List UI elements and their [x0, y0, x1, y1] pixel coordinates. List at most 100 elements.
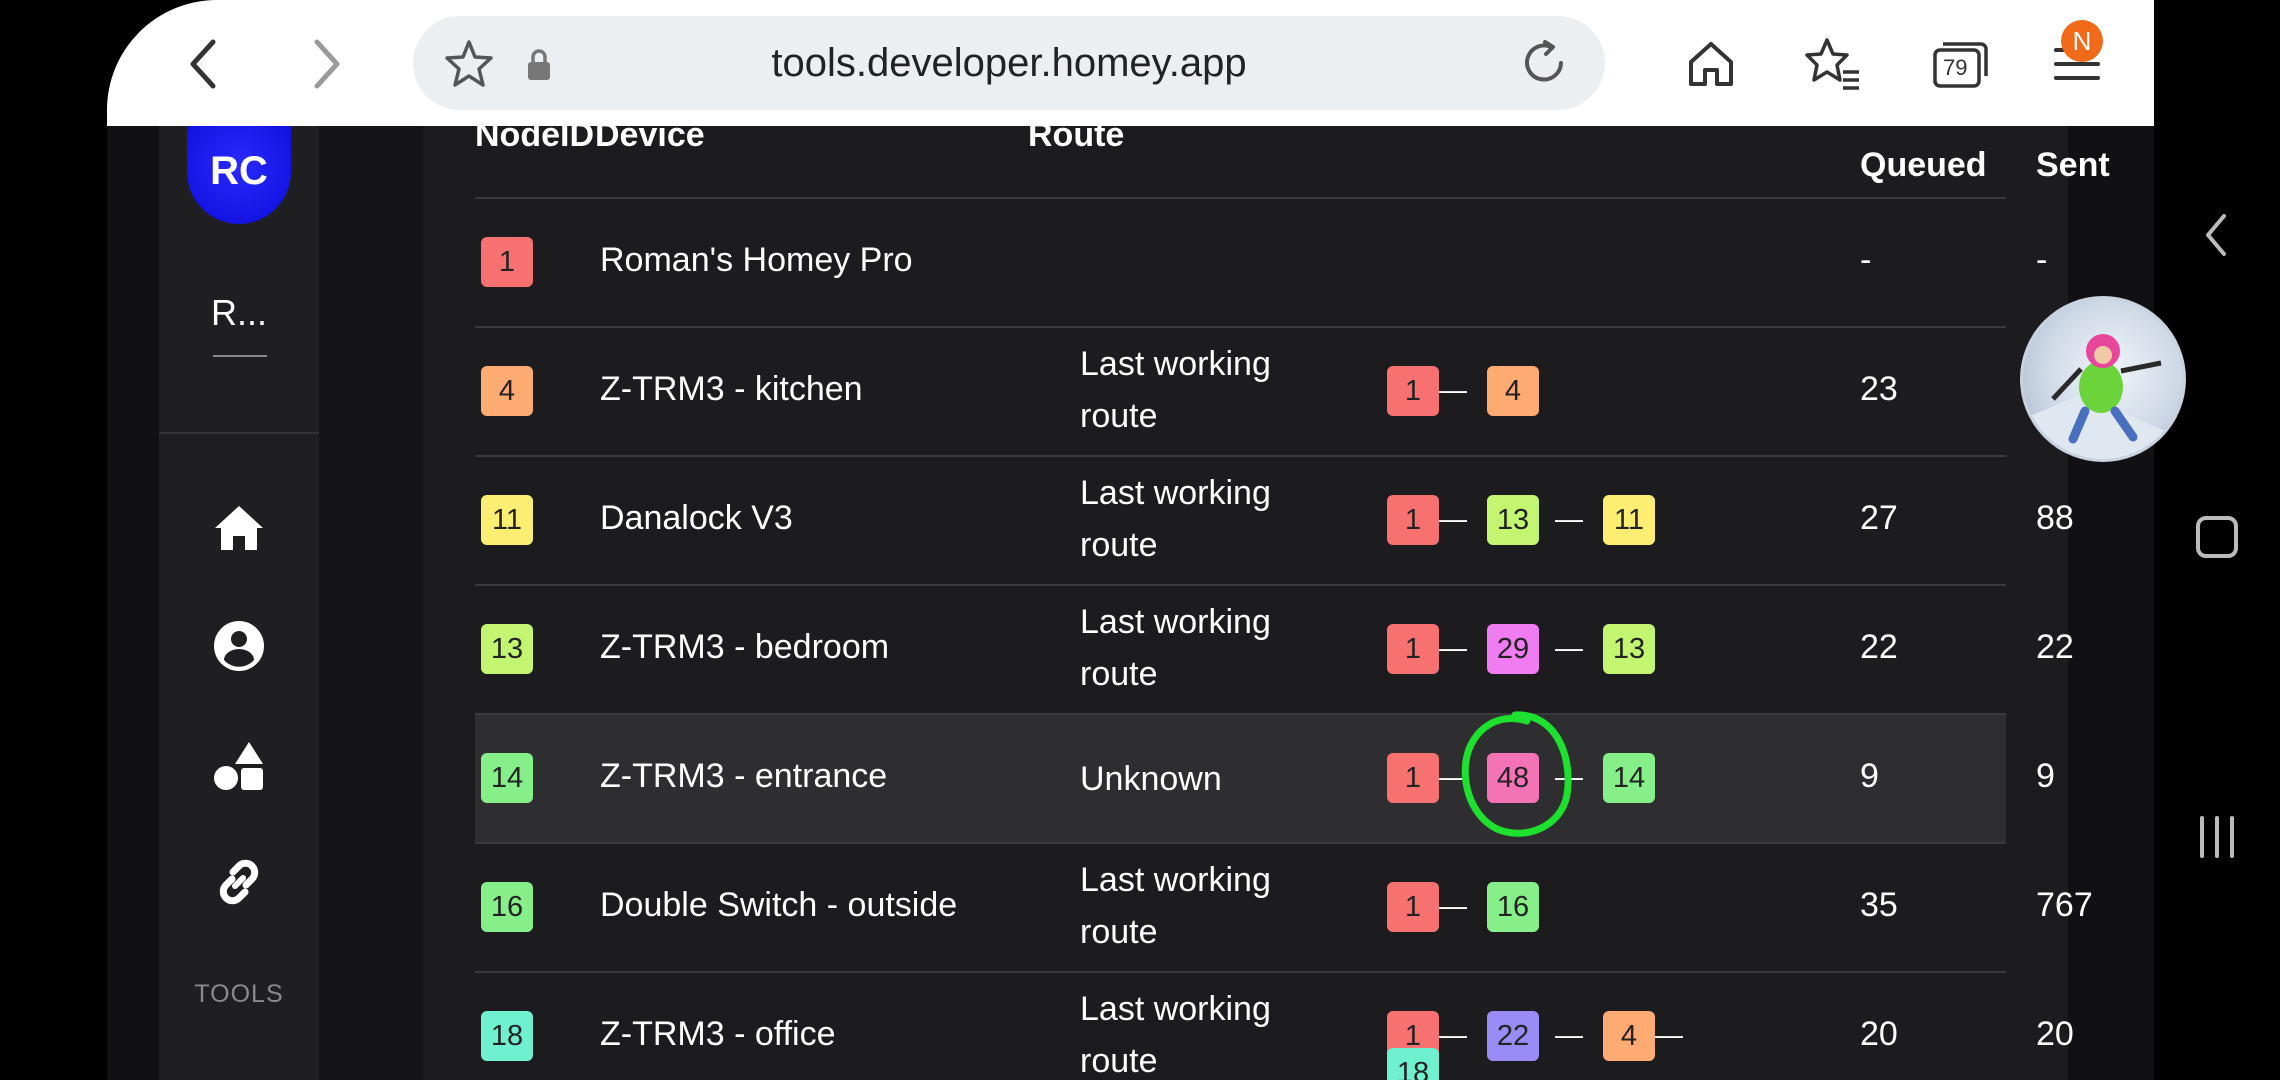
route-node-badge: 4 — [1487, 366, 1539, 416]
profile-photo — [2023, 334, 2183, 459]
route-type: Unknown — [1080, 760, 1222, 798]
route-node-badge: 1 — [1387, 624, 1439, 674]
link-icon — [219, 859, 259, 905]
chevron-right-icon — [314, 39, 340, 89]
queued-count: 22 — [1860, 628, 1898, 666]
sidebar-item-user[interactable] — [211, 618, 267, 674]
queued-count: 20 — [1860, 1015, 1898, 1053]
route-node-badge: 1 — [1387, 882, 1439, 932]
route-node-badge: 13 — [1603, 624, 1655, 674]
route-node-badge: 29 — [1487, 624, 1539, 674]
user-icon — [214, 621, 264, 671]
table-row[interactable]: 13 Z-TRM3 - bedroom Last working route 1—29… — [475, 586, 2074, 715]
back-gesture-icon[interactable] — [2198, 210, 2234, 260]
route-node-badge: 1 — [1387, 753, 1439, 803]
device-name: Double Switch - outside — [600, 886, 958, 924]
avatar[interactable]: RC — [187, 126, 291, 224]
route-node-badge: 18 — [1387, 1048, 1439, 1080]
sent-count: 20 — [2036, 1015, 2074, 1053]
url-text: tools.developer.homey.app — [771, 41, 1247, 85]
table-row[interactable]: 11 Danalock V3 Last working route 1—13—11 27… — [475, 457, 2074, 586]
route-node-badge: 11 — [1603, 495, 1655, 545]
route-node-badge: 13 — [1487, 495, 1539, 545]
page-gutter — [319, 126, 423, 1080]
route-node-badge: 1 — [1387, 366, 1439, 416]
home-square-icon[interactable] — [2194, 514, 2240, 560]
sidebar: RC R... TOOLS — [159, 126, 319, 1080]
node-id-badge: 11 — [481, 495, 533, 545]
node-id-badge: 13 — [481, 624, 533, 674]
route-separator: — — [1439, 890, 1467, 921]
sidebar-item-links[interactable] — [211, 854, 267, 910]
route-node-badge: 14 — [1603, 753, 1655, 803]
header-queued[interactable]: Queued — [1860, 146, 1987, 185]
user-underline — [213, 355, 267, 357]
recent-apps-icon[interactable] — [2196, 814, 2238, 860]
table-row[interactable]: 1 Roman's Homey Pro - - — [475, 199, 2047, 328]
sidebar-item-home[interactable] — [211, 500, 267, 556]
device-name: Z-TRM3 - office — [600, 1015, 836, 1053]
back-button[interactable] — [167, 28, 239, 100]
tabs-button[interactable]: 79 — [1925, 28, 1997, 100]
home-outline-icon — [1689, 42, 1733, 86]
device-name: Roman's Homey Pro — [600, 241, 913, 279]
tools-section-label: TOOLS — [194, 980, 284, 1008]
route-separator: — — [1439, 1019, 1467, 1050]
device-name: Z-TRM3 - kitchen — [600, 370, 863, 408]
browser-toolbar: tools.developer.homey.app 79 N — [107, 0, 2154, 126]
route-separator: — — [1655, 1019, 1683, 1050]
table-row[interactable]: 16 Double Switch - outside Last working ro… — [475, 844, 2093, 973]
sent-count: - — [2036, 241, 2048, 279]
browser-window: tools.developer.homey.app 79 N RC R... T… — [107, 0, 2154, 1080]
route-separator: — — [1439, 503, 1467, 534]
home-button[interactable] — [1675, 28, 1747, 100]
route-separator: — — [1555, 632, 1583, 663]
tab-count: 79 — [1943, 55, 1968, 80]
floating-chat-bubble[interactable] — [2020, 296, 2186, 462]
forward-button[interactable] — [291, 28, 363, 100]
address-bar[interactable]: tools.developer.homey.app — [413, 16, 1605, 110]
node-id-badge: 4 — [481, 366, 533, 416]
route-node-badge: 1 — [1387, 495, 1439, 545]
sent-count: 22 — [2036, 628, 2074, 666]
route-separator: — — [1439, 632, 1467, 663]
node-id-badge: 1 — [481, 237, 533, 287]
bookmarks-button[interactable] — [1797, 28, 1869, 100]
sent-count: 88 — [2036, 499, 2074, 537]
hand-drawn-circle-annotation — [1461, 711, 1572, 837]
route-node-badge: 16 — [1487, 882, 1539, 932]
table-row[interactable]: 14 Z-TRM3 - entrance Unknown 1—48—14 9 9 — [475, 711, 2055, 844]
zwave-table-panel: NodeID Device Route Queued Sent 1 Roman's… — [423, 116, 2110, 1080]
queued-count: 23 — [1860, 370, 1898, 408]
node-id-badge: 16 — [481, 882, 533, 932]
table-row[interactable]: 4 Z-TRM3 - kitchen Last working route 1— 4 23… — [475, 328, 2074, 457]
route-node-badge: 22 — [1487, 1011, 1539, 1061]
table-row[interactable]: 18 Z-TRM3 - office Last working route 1—22—… — [475, 973, 2074, 1080]
device-name: Z-TRM3 - bedroom — [600, 628, 890, 666]
route-type: Last working route — [1080, 990, 1271, 1080]
header-route[interactable]: Route — [1028, 116, 1124, 155]
queued-count: 35 — [1860, 886, 1898, 924]
header-nodeid[interactable]: NodeID — [475, 116, 594, 155]
sidebar-divider — [159, 432, 319, 434]
node-id-badge: 18 — [481, 1011, 533, 1061]
queued-count: 27 — [1860, 499, 1898, 537]
queued-count: 9 — [1860, 757, 1879, 795]
reload-icon[interactable] — [1517, 36, 1571, 90]
route-separator: — — [1555, 503, 1583, 534]
star-list-icon — [1805, 38, 1859, 90]
header-sent[interactable]: Sent — [2036, 146, 2110, 185]
sent-count: 9 — [2036, 757, 2055, 795]
header-device[interactable]: Device — [595, 116, 705, 155]
node-id-badge: 14 — [481, 753, 533, 803]
user-name[interactable]: R... — [159, 292, 319, 334]
shapes-icon — [214, 742, 263, 790]
sent-count: 767 — [2036, 886, 2093, 924]
system-navigation-bar — [2154, 0, 2280, 1080]
chevron-left-icon — [190, 39, 216, 89]
route-type: Last working route — [1080, 474, 1271, 564]
home-icon — [215, 506, 263, 550]
sidebar-item-apps[interactable] — [211, 738, 267, 794]
queued-count: - — [1860, 241, 1872, 279]
route-type: Last working route — [1080, 861, 1271, 951]
